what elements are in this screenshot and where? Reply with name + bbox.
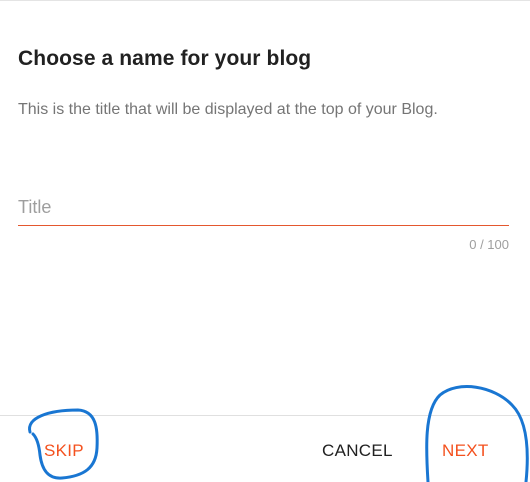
cancel-button[interactable]: CANCEL xyxy=(318,439,397,463)
title-field xyxy=(18,191,509,226)
title-input[interactable] xyxy=(18,191,509,223)
next-button[interactable]: NEXT xyxy=(438,439,493,463)
footer-divider xyxy=(0,415,530,416)
dialog-description: This is the title that will be displayed… xyxy=(18,101,438,118)
blog-name-dialog: Choose a name for your blog This is the … xyxy=(0,0,530,482)
character-counter: 0 / 100 xyxy=(469,237,509,252)
dialog-title: Choose a name for your blog xyxy=(18,47,312,70)
skip-button[interactable]: SKIP xyxy=(40,439,88,463)
